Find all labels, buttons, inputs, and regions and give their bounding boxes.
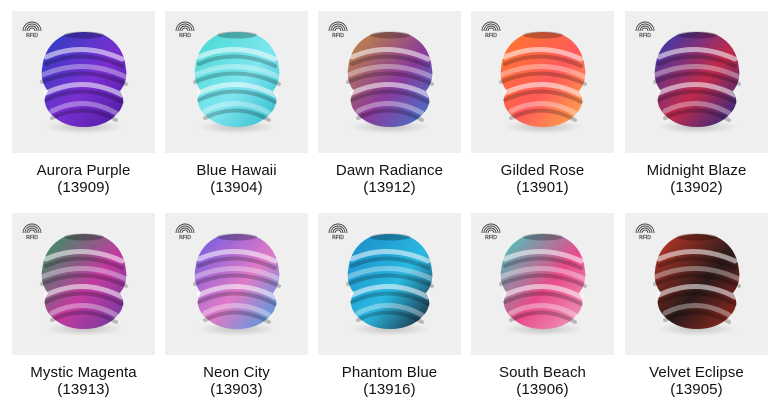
product-caption: Neon City (13903) bbox=[165, 364, 308, 398]
product-name: Mystic Magenta bbox=[30, 364, 137, 381]
rfid-icon: RFID bbox=[635, 21, 655, 38]
product-name: Phantom Blue bbox=[341, 364, 438, 381]
svg-text:RFID: RFID bbox=[179, 33, 191, 38]
product-card[interactable]: RFID Dawn Radiance (13912) bbox=[318, 11, 461, 196]
product-card[interactable]: RFID Mystic Magenta (13913) bbox=[12, 213, 155, 398]
product-code: (13912) bbox=[363, 179, 416, 196]
product-caption: Velvet Eclipse (13905) bbox=[625, 364, 768, 398]
svg-text:RFID: RFID bbox=[26, 33, 38, 38]
product-image[interactable]: RFID bbox=[318, 11, 461, 153]
svg-text:RFID: RFID bbox=[639, 33, 651, 38]
product-card[interactable]: RFID Phantom Blue (13916) bbox=[318, 213, 461, 398]
product-name: Neon City bbox=[203, 364, 270, 381]
rfid-icon: RFID bbox=[175, 21, 195, 38]
rfid-icon: RFID bbox=[481, 223, 501, 240]
product-caption: Aurora Purple (13909) bbox=[12, 162, 155, 196]
product-grid: RFID Aurora Purple (13909) RFID Blue Haw… bbox=[0, 0, 780, 416]
svg-text:RFID: RFID bbox=[332, 33, 344, 38]
product-image[interactable]: RFID bbox=[12, 11, 155, 153]
product-caption: Midnight Blaze (13902) bbox=[625, 162, 768, 196]
product-caption: Blue Hawaii (13904) bbox=[165, 162, 308, 196]
product-code: (13904) bbox=[210, 179, 263, 196]
product-card[interactable]: RFID Velvet Eclipse (13905) bbox=[625, 213, 768, 398]
product-image[interactable]: RFID bbox=[471, 213, 614, 355]
product-code: (13902) bbox=[670, 179, 723, 196]
product-card[interactable]: RFID Gilded Rose (13901) bbox=[471, 11, 614, 196]
product-card[interactable]: RFID Aurora Purple (13909) bbox=[12, 11, 155, 196]
product-name: Midnight Blaze bbox=[646, 162, 747, 179]
product-caption: Gilded Rose (13901) bbox=[471, 162, 614, 196]
product-image[interactable]: RFID bbox=[165, 213, 308, 355]
svg-text:RFID: RFID bbox=[639, 235, 651, 240]
product-name: Aurora Purple bbox=[36, 162, 131, 179]
product-card[interactable]: RFID South Beach (13906) bbox=[471, 213, 614, 398]
product-caption: Phantom Blue (13916) bbox=[318, 364, 461, 398]
product-code: (13909) bbox=[57, 179, 110, 196]
product-code: (13901) bbox=[516, 179, 569, 196]
rfid-icon: RFID bbox=[481, 21, 501, 38]
product-image[interactable]: RFID bbox=[471, 11, 614, 153]
rfid-icon: RFID bbox=[328, 223, 348, 240]
svg-text:RFID: RFID bbox=[179, 235, 191, 240]
product-image[interactable]: RFID bbox=[165, 11, 308, 153]
product-caption: South Beach (13906) bbox=[471, 364, 614, 398]
rfid-icon: RFID bbox=[22, 223, 42, 240]
svg-text:RFID: RFID bbox=[332, 235, 344, 240]
product-code: (13905) bbox=[670, 381, 723, 398]
product-image[interactable]: RFID bbox=[318, 213, 461, 355]
product-name: South Beach bbox=[499, 364, 586, 381]
svg-text:RFID: RFID bbox=[26, 235, 38, 240]
product-card[interactable]: RFID Neon City (13903) bbox=[165, 213, 308, 398]
product-name: Dawn Radiance bbox=[335, 162, 444, 179]
product-image[interactable]: RFID bbox=[625, 11, 768, 153]
rfid-icon: RFID bbox=[22, 21, 42, 38]
product-name: Gilded Rose bbox=[500, 162, 585, 179]
product-code: (13913) bbox=[57, 381, 110, 398]
product-card[interactable]: RFID Blue Hawaii (13904) bbox=[165, 11, 308, 196]
product-caption: Dawn Radiance (13912) bbox=[318, 162, 461, 196]
product-card[interactable]: RFID Midnight Blaze (13902) bbox=[625, 11, 768, 196]
rfid-icon: RFID bbox=[175, 223, 195, 240]
rfid-icon: RFID bbox=[635, 223, 655, 240]
product-code: (13906) bbox=[516, 381, 569, 398]
product-image[interactable]: RFID bbox=[12, 213, 155, 355]
product-name: Blue Hawaii bbox=[196, 162, 277, 179]
product-image[interactable]: RFID bbox=[625, 213, 768, 355]
svg-text:RFID: RFID bbox=[485, 33, 497, 38]
product-code: (13916) bbox=[363, 381, 416, 398]
rfid-icon: RFID bbox=[328, 21, 348, 38]
product-name: Velvet Eclipse bbox=[649, 364, 744, 381]
product-caption: Mystic Magenta (13913) bbox=[12, 364, 155, 398]
product-code: (13903) bbox=[210, 381, 263, 398]
svg-text:RFID: RFID bbox=[485, 235, 497, 240]
